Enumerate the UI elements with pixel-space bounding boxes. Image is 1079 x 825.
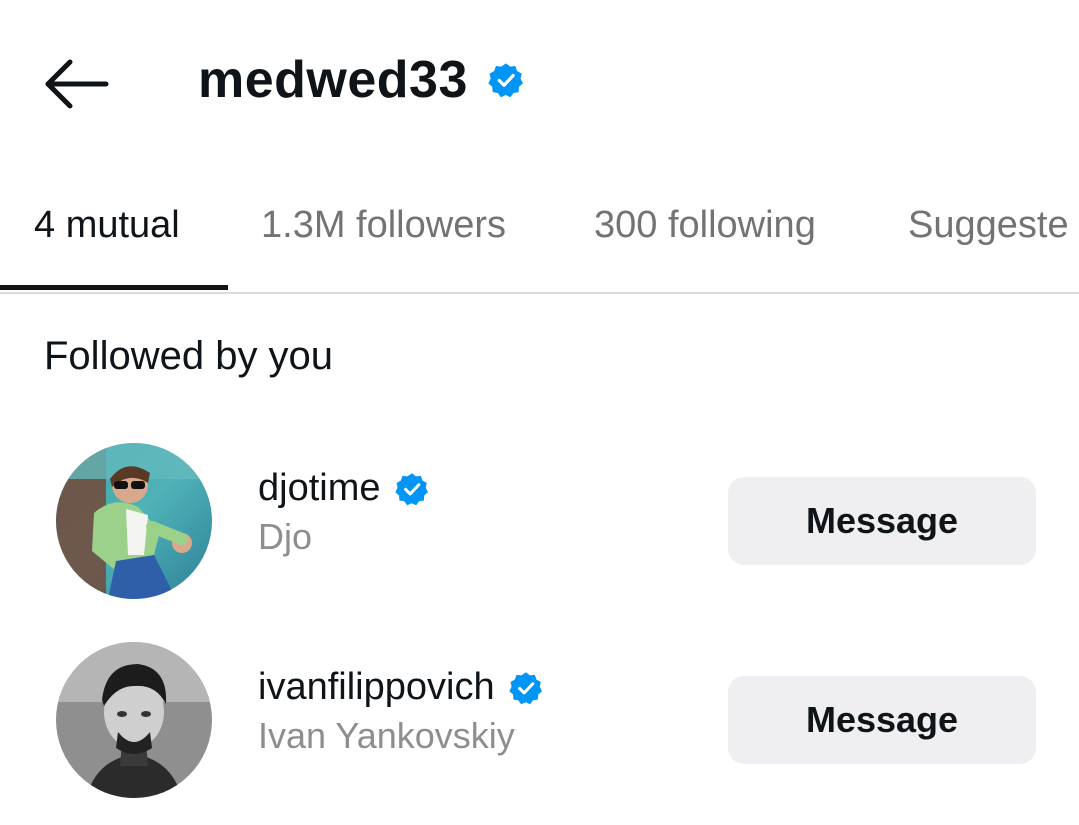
tab-followers[interactable]: 1.3M followers [261,204,506,247]
username-link[interactable]: ivanfilippovich [258,666,543,709]
list-item: djotime Djo Message [0,443,1079,603]
verified-badge-icon [488,62,524,98]
tab-bar: 4 mutual 1.3M followers 300 following Su… [0,190,1079,294]
section-title: Followed by you [44,334,334,378]
page-title: medwed33 [198,51,468,109]
username-link[interactable]: djotime [258,467,429,510]
verified-badge-icon [394,472,429,506]
username: djotime [258,467,381,509]
avatar[interactable] [56,443,212,599]
profile-title: medwed33 [198,50,524,110]
verified-badge-icon [508,671,543,705]
full-name: Ivan Yankovskiy [258,715,515,756]
arrow-left-icon [45,59,109,109]
message-button[interactable]: Message [728,477,1036,565]
tab-mutual[interactable]: 4 mutual [34,204,180,247]
full-name: Djo [258,516,313,557]
avatar[interactable] [56,642,212,798]
tab-suggested[interactable]: Suggeste [908,204,1069,247]
user-info: ivanfilippovich Ivan Yankovskiy [258,666,543,757]
username: ivanfilippovich [258,666,495,708]
message-button[interactable]: Message [728,676,1036,764]
active-tab-indicator [0,285,228,290]
tab-following[interactable]: 300 following [594,204,816,247]
user-info: djotime Djo [258,467,429,558]
list-item: ivanfilippovich Ivan Yankovskiy Message [0,642,1079,802]
header-bar: medwed33 [0,0,1079,170]
back-button[interactable] [40,54,112,114]
